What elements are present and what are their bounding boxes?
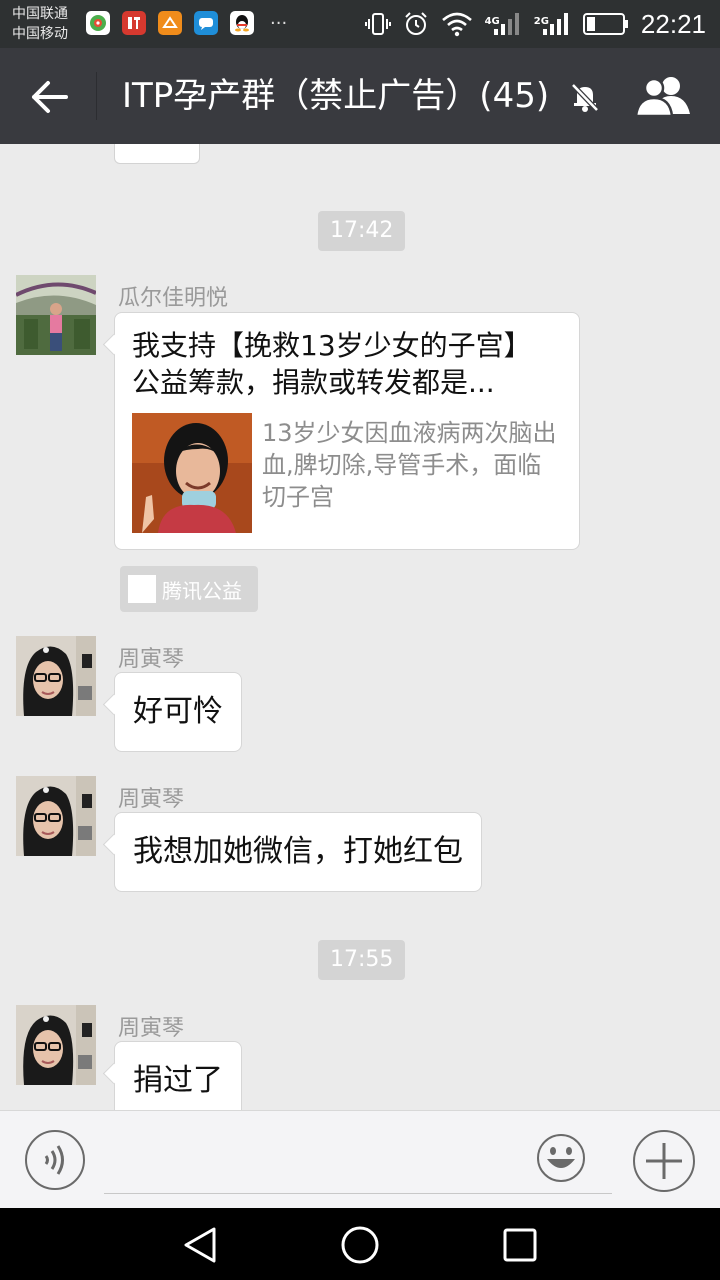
carrier-info: 中国联通 中国移动: [12, 4, 68, 44]
avatar[interactable]: [16, 1005, 96, 1085]
vibrate-icon: [364, 13, 391, 35]
avatar[interactable]: [16, 636, 96, 716]
message-timestamp: 17:55: [318, 940, 406, 980]
system-icons: 4G 2G 22:21: [364, 0, 706, 48]
nav-back-icon[interactable]: [182, 1226, 220, 1264]
avatar[interactable]: [16, 275, 96, 355]
message-icon: [194, 11, 218, 35]
nav-home-icon[interactable]: [340, 1225, 380, 1265]
source-logo-icon: [128, 575, 156, 603]
shared-link-card[interactable]: 我支持【挽救13岁少女的子宫】 公益筹款，捐款或转发都是... 13岁少女因血液…: [114, 312, 580, 550]
card-title-line: 公益筹款，捐款或转发都是...: [132, 366, 495, 399]
card-source-tag[interactable]: 腾讯公益: [120, 566, 258, 612]
card-description: 13岁少女因血液病两次脑出血,脾切除,导管手术，面临切子宫: [262, 419, 557, 511]
group-members-icon[interactable]: [632, 74, 694, 118]
clock: 22:21: [640, 8, 706, 39]
mute-bell-icon: [571, 83, 599, 112]
message-timestamp: 17:42: [318, 211, 406, 251]
header-divider: [96, 72, 97, 120]
message-bubble[interactable]: 捐过了: [114, 1041, 242, 1110]
chat-title: ITP孕产群（禁止广告）(45): [122, 76, 550, 116]
qihoo-icon: [86, 11, 110, 35]
network-type-2: 2G: [533, 16, 549, 27]
status-bar: 中国联通 中国移动 ··· 4G 2G 22:21: [0, 0, 720, 48]
ting-icon: [122, 11, 146, 35]
notification-icons: ···: [86, 11, 287, 35]
carrier-2: 中国移动: [12, 26, 68, 42]
qq-icon: [230, 11, 254, 35]
input-bar: [0, 1110, 720, 1209]
taobao-icon: [158, 11, 182, 35]
avatar[interactable]: [16, 776, 96, 856]
voice-icon[interactable]: [24, 1129, 86, 1191]
message-bubble[interactable]: 我想加她微信，打她红包: [114, 812, 482, 892]
emoji-icon[interactable]: [536, 1133, 586, 1183]
chat-header: ITP孕产群（禁止广告）(45): [0, 48, 720, 144]
alarm-icon: [404, 12, 427, 35]
wifi-icon: [441, 12, 472, 37]
network-type-1: 4G: [484, 16, 500, 27]
sender-name: 周寅琴: [118, 1016, 185, 1041]
message-bubble[interactable]: 好可怜: [114, 672, 242, 752]
previous-message-bubble[interactable]: [114, 144, 200, 164]
more-notifications: ···: [270, 12, 288, 34]
carrier-1: 中国联通: [12, 6, 68, 22]
card-title: 我支持【挽救13岁少女的子宫】 公益筹款，捐款或转发都是...: [132, 327, 562, 401]
sender-name: 周寅琴: [118, 647, 185, 672]
card-title-line: 我支持【挽救13岁少女的子宫】: [132, 329, 532, 362]
message-list[interactable]: 17:42 瓜尔佳明悦 我支持【挽救13岁少女的子宫】 公益筹款，捐款或转发都是…: [0, 144, 720, 1110]
plus-icon[interactable]: [632, 1129, 696, 1193]
sender-name: 周寅琴: [118, 787, 185, 812]
sender-name: 瓜尔佳明悦: [118, 286, 229, 311]
back-arrow-icon[interactable]: [28, 76, 70, 118]
card-source-label: 腾讯公益: [162, 578, 242, 603]
battery-icon: [582, 13, 628, 35]
system-nav-bar: [0, 1208, 720, 1280]
nav-recent-icon[interactable]: [502, 1227, 538, 1263]
card-thumbnail: [132, 413, 252, 533]
